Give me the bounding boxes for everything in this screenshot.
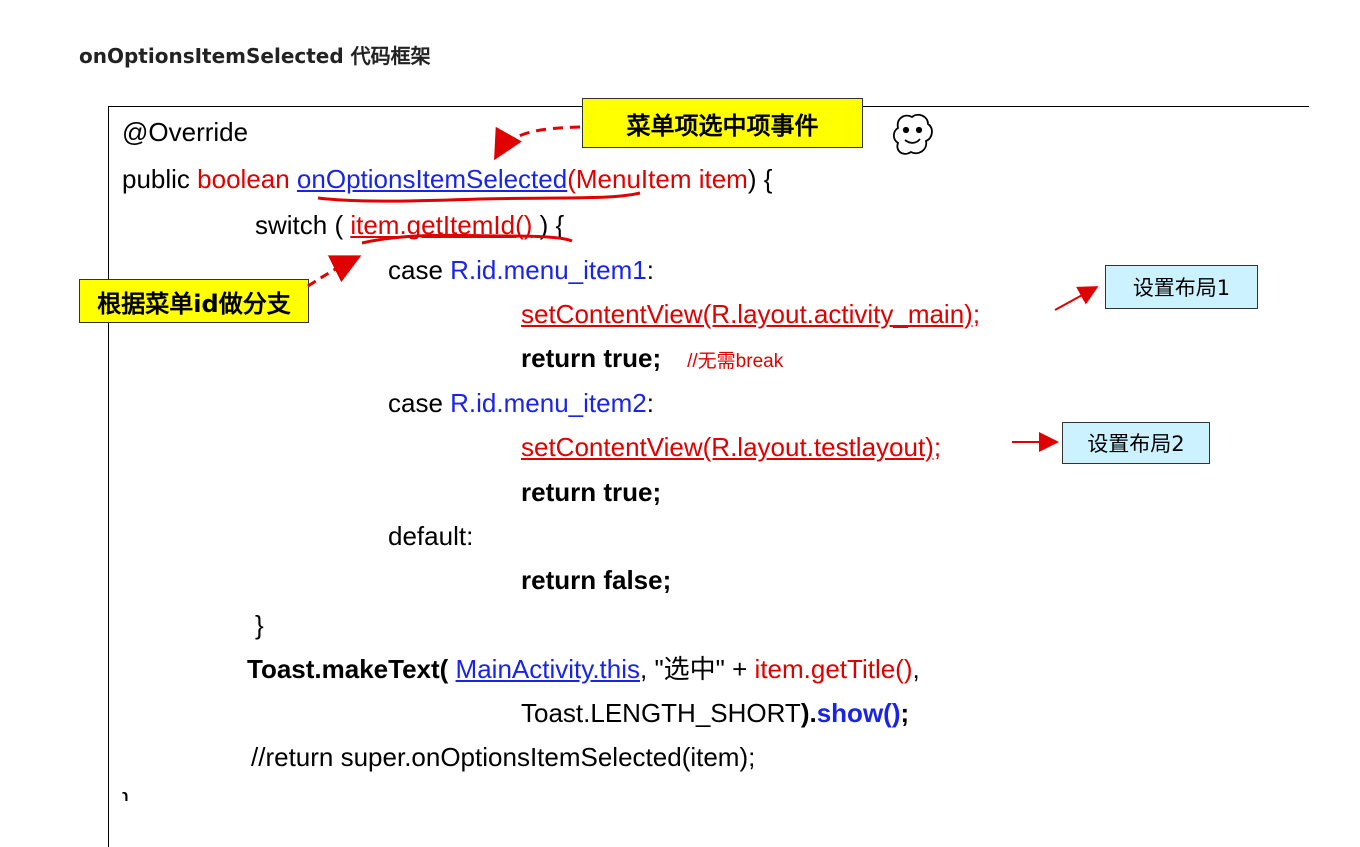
arrow-to-switch-icon: [307, 255, 362, 288]
arrow-to-method-icon: [494, 125, 581, 161]
annotation-overlay: [307, 113, 1099, 452]
doodle-face-icon: [892, 113, 933, 155]
handwritten-underline-switch: [361, 233, 573, 245]
arrow-to-layout1-icon: [1054, 286, 1099, 311]
handwritten-underline-method: [317, 191, 641, 203]
